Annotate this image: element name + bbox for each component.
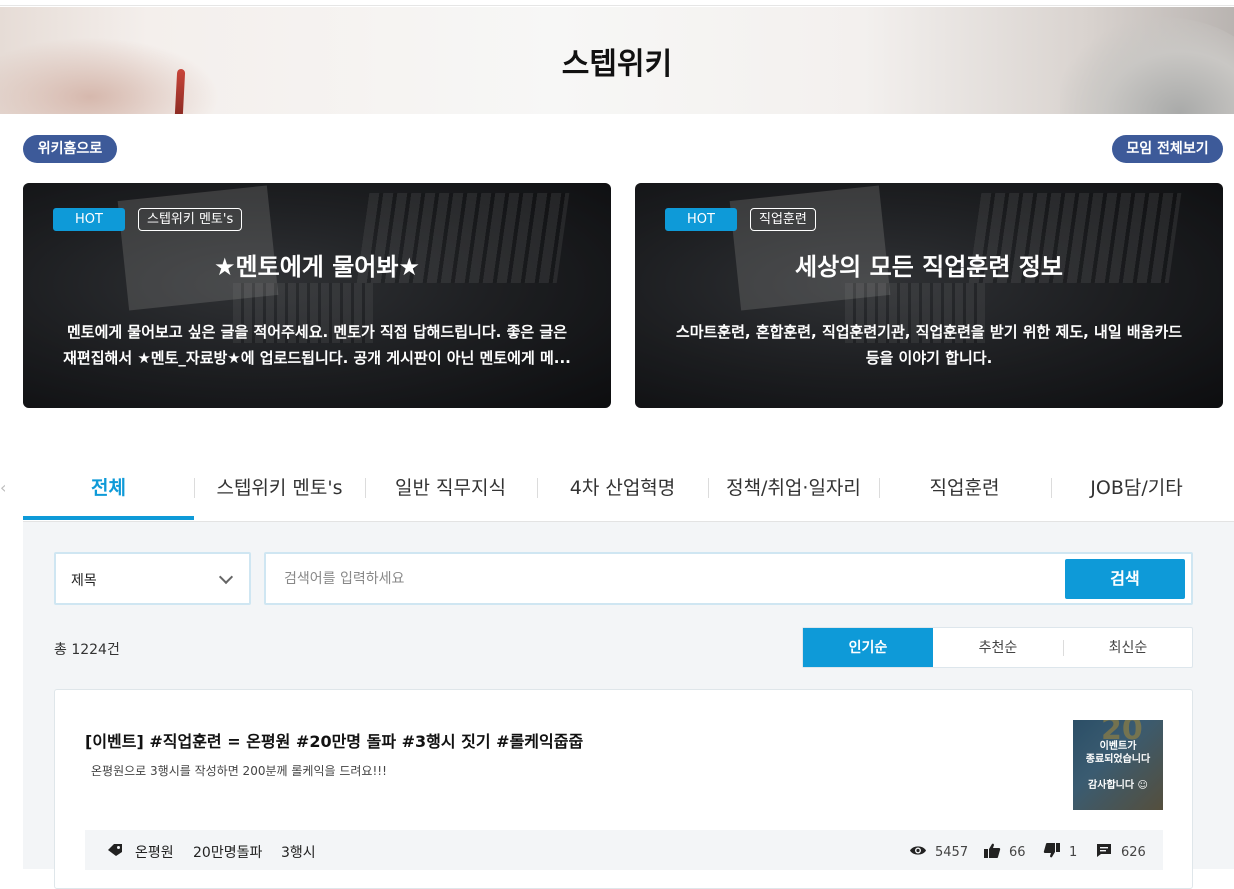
top-border bbox=[0, 0, 1234, 6]
category-tabs: 전체 스텝위키 멘토's 일반 직무지식 4차 산업혁명 정책/취업·일자리 직… bbox=[23, 462, 1234, 522]
thumb-line: 이벤트가 bbox=[1099, 741, 1137, 752]
thumbs-up-icon bbox=[984, 843, 1001, 858]
card-desc-line: 등을 이야기 합니다. bbox=[865, 349, 993, 367]
comment-count: 626 bbox=[1121, 845, 1146, 860]
tab-mentors[interactable]: 스텝위키 멘토's bbox=[194, 462, 365, 520]
card-title: 세상의 모든 직업훈련 정보 bbox=[795, 253, 1063, 281]
sort-latest[interactable]: 최신순 bbox=[1063, 628, 1193, 667]
like-count: 66 bbox=[1009, 845, 1026, 860]
post-card[interactable]: [이벤트] #직업훈련 = 온평원 #20만명 돌파 #3행시 짓기 #롤케익줍… bbox=[54, 689, 1193, 889]
sort-popular[interactable]: 인기순 bbox=[803, 628, 933, 667]
search-field-select[interactable]: 제목 bbox=[54, 552, 251, 605]
active-tab-indicator bbox=[23, 516, 194, 520]
all-groups-button[interactable]: 모임 전체보기 bbox=[1112, 135, 1223, 163]
view-count: 5457 bbox=[935, 845, 969, 860]
tab-industry-4[interactable]: 4차 산업혁명 bbox=[537, 462, 708, 520]
card-title: ★멘토에게 물어봐★ bbox=[214, 253, 420, 281]
post-summary: 온평원으로 3행시를 작성하면 200분께 롤케익을 드려요!!! bbox=[91, 764, 387, 778]
sort-options: 인기순 추천순 최신순 bbox=[802, 627, 1193, 668]
comment-icon bbox=[1097, 844, 1111, 857]
result-count: 총 1224건 bbox=[54, 642, 120, 658]
tag-icon bbox=[108, 844, 122, 856]
card-desc-line: 재편집해서 ★멘토_자료방★에 업로드됩니다. 공개 게시판이 아닌 멘토에게 … bbox=[63, 349, 571, 367]
tab-all[interactable]: 전체 bbox=[23, 462, 194, 520]
thumb-line: 종료되었습니다 bbox=[1085, 754, 1151, 765]
search-button[interactable]: 검색 bbox=[1065, 559, 1185, 599]
card-desc-line: 멘토에게 물어보고 싶은 글을 적어주세요. 멘토가 직접 답해드립니다. 좋은… bbox=[67, 323, 567, 341]
hot-badge: HOT bbox=[53, 208, 125, 231]
tab-job-knowledge[interactable]: 일반 직무지식 bbox=[365, 462, 536, 520]
dislike-count: 1 bbox=[1069, 845, 1078, 860]
hero-banner: 스텝위키 bbox=[0, 7, 1234, 114]
wiki-home-button[interactable]: 위키홈으로 bbox=[23, 135, 117, 163]
thumbs-down-icon bbox=[1043, 843, 1060, 858]
keyword-tag[interactable]: 온평원 bbox=[135, 842, 174, 862]
eye-icon bbox=[910, 846, 926, 855]
chevron-down-icon bbox=[218, 569, 234, 585]
category-badge: 직업훈련 bbox=[750, 208, 816, 231]
chevron-left-icon[interactable]: ‹ bbox=[0, 478, 8, 498]
category-badge: 스텝위키 멘토's bbox=[138, 208, 243, 231]
card-description: 멘토에게 물어보고 싶은 글을 적어주세요. 멘토가 직접 답해드립니다. 좋은… bbox=[48, 319, 586, 371]
tab-policy-jobs[interactable]: 정책/취업·일자리 bbox=[708, 462, 879, 520]
search-input[interactable] bbox=[284, 568, 1044, 590]
sort-recommended[interactable]: 추천순 bbox=[933, 628, 1063, 667]
card-desc-line: 스마트훈련, 혼합훈련, 직업훈련기관, 직업훈련을 받기 위한 제도, 내일 … bbox=[675, 323, 1183, 341]
keyword-tag[interactable]: 20만명돌파 bbox=[193, 842, 262, 862]
post-thumbnail[interactable]: 20 이벤트가 종료되었습니다 감사합니다 ☺ bbox=[1073, 720, 1163, 810]
post-title[interactable]: [이벤트] #직업훈련 = 온평원 #20만명 돌파 #3행시 짓기 #롤케익줍… bbox=[85, 728, 583, 752]
keyword-tag[interactable]: 3행시 bbox=[281, 842, 316, 862]
hot-badge: HOT bbox=[665, 208, 737, 231]
search-field-value: 제목 bbox=[71, 573, 97, 589]
post-meta-bar: 온평원 20만명돌파 3행시 5457 66 1 626 bbox=[85, 830, 1163, 870]
search-box bbox=[264, 552, 1193, 605]
featured-card-training[interactable]: HOT 직업훈련 세상의 모든 직업훈련 정보 스마트훈련, 혼합훈련, 직업훈… bbox=[635, 183, 1223, 408]
tab-job-etc[interactable]: JOB담/기타 bbox=[1051, 462, 1222, 520]
thumb-thanks: 감사합니다 ☺ bbox=[1088, 780, 1148, 791]
thumb-text: 이벤트가 종료되었습니다 bbox=[1073, 740, 1163, 766]
page-title: 스텝위키 bbox=[561, 47, 673, 82]
card-description: 스마트훈련, 혼합훈련, 직업훈련기관, 직업훈련을 받기 위한 제도, 내일 … bbox=[660, 319, 1198, 371]
featured-card-mentor[interactable]: HOT 스텝위키 멘토's ★멘토에게 물어봐★ 멘토에게 물어보고 싶은 글을… bbox=[23, 183, 611, 408]
tab-training[interactable]: 직업훈련 bbox=[879, 462, 1050, 520]
